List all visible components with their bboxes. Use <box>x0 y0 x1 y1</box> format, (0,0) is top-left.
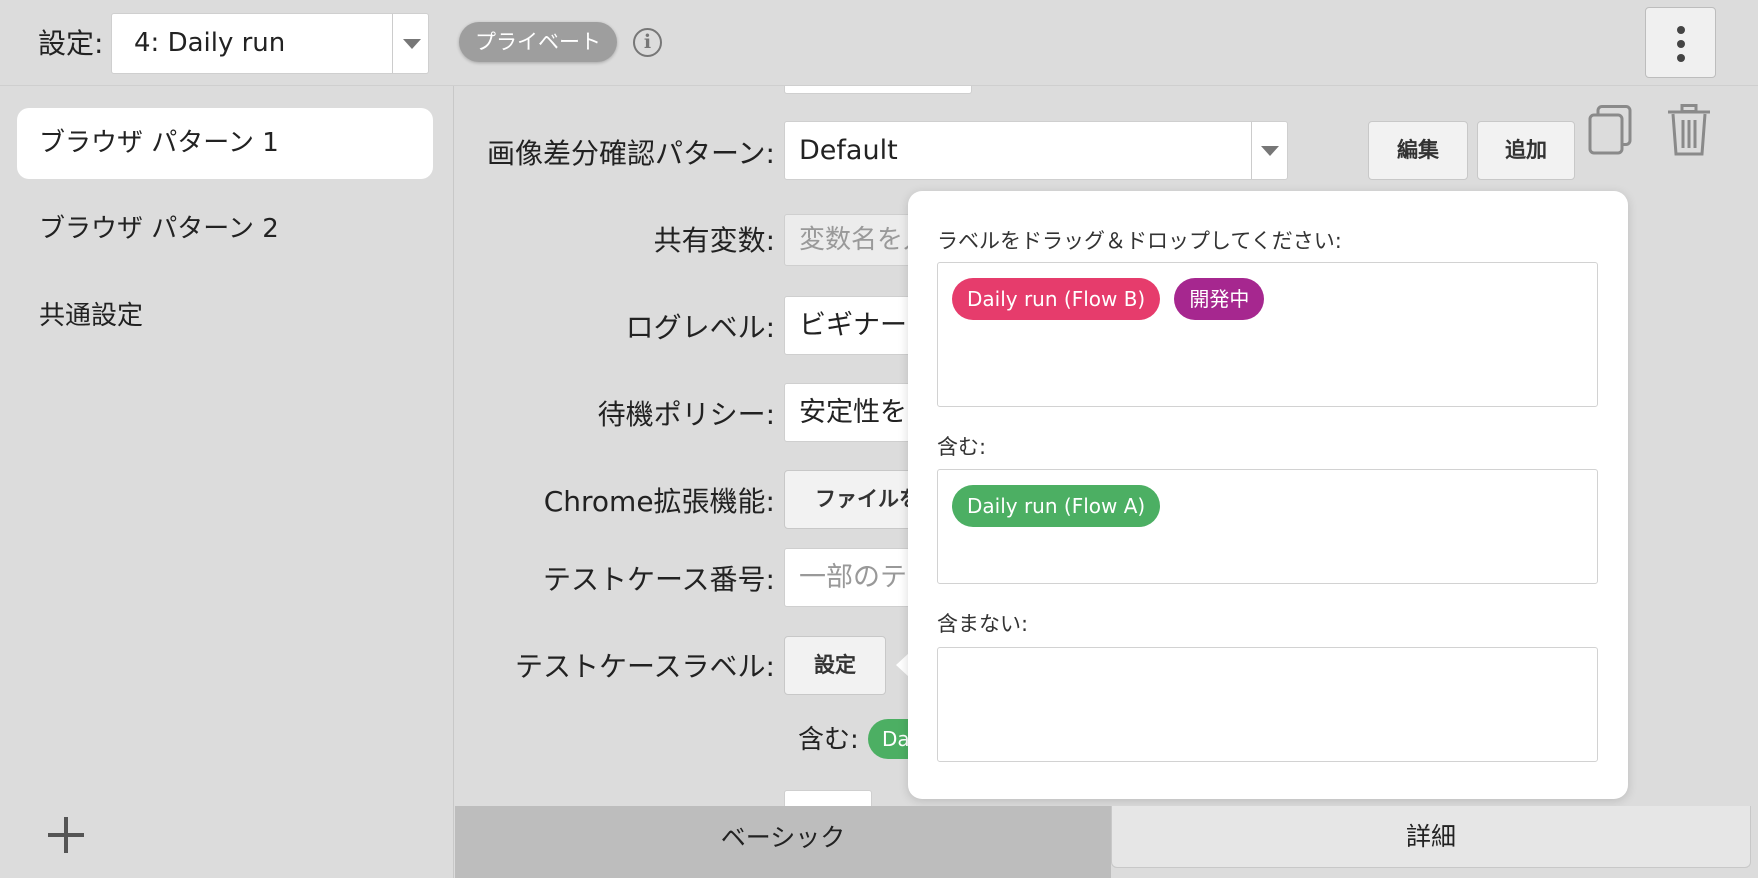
more-options-button[interactable] <box>1645 7 1716 78</box>
more-vertical-icon <box>1677 54 1685 62</box>
shared-vars-label: 共有変数: <box>653 224 775 257</box>
scrolled-field-edge <box>784 790 872 806</box>
edit-button[interactable]: 編集 <box>1368 121 1468 180</box>
label-tag-daily-run-flow-a[interactable]: Daily run (Flow A) <box>952 485 1161 527</box>
plus-icon[interactable] <box>46 815 86 855</box>
chrome-extension-label: Chrome拡張機能: <box>543 485 775 518</box>
shared-vars-input[interactable]: 変数名を入 <box>784 214 924 266</box>
sidebar-item-browser-pattern-1[interactable]: ブラウザ パターン 1 <box>17 108 433 179</box>
trash-icon[interactable] <box>1666 104 1712 156</box>
exclude-label: 含まない: <box>937 612 1029 636</box>
testcase-number-label: テストケース番号: <box>542 563 775 596</box>
select-divider <box>1251 122 1252 179</box>
scrolled-field-edge <box>784 86 972 94</box>
info-icon[interactable]: i <box>633 28 662 57</box>
log-level-select[interactable]: ビギナー <box>784 296 924 355</box>
label-popover: ラベルをドラッグ＆ドロップしてください: Daily run (Flow B) … <box>908 191 1628 799</box>
settings-selected-value: 4: Daily run <box>134 28 286 58</box>
settings-label: 設定: <box>38 27 104 60</box>
include-summary-label: 含む: <box>798 725 859 755</box>
wait-policy-label: 待機ポリシー: <box>597 398 775 431</box>
sidebar: ブラウザ パターン 1 ブラウザ パターン 2 共通設定 <box>0 86 454 878</box>
sidebar-item-browser-pattern-2[interactable]: ブラウザ パターン 2 <box>17 194 433 265</box>
tab-basic[interactable]: ベーシック <box>455 806 1111 878</box>
image-diff-value: Default <box>799 135 898 166</box>
testcase-number-input[interactable]: 一部のテス <box>784 548 924 607</box>
image-diff-select[interactable]: Default <box>784 121 1288 180</box>
label-tag-daily-run-flow-b[interactable]: Daily run (Flow B) <box>952 278 1161 320</box>
add-button[interactable]: 追加 <box>1477 121 1575 180</box>
copy-icon[interactable] <box>1588 105 1632 155</box>
image-diff-label: 画像差分確認パターン: <box>486 137 775 170</box>
exclude-zone[interactable] <box>937 647 1598 762</box>
log-level-label: ログレベル: <box>625 311 775 344</box>
popover-instruction: ラベルをドラッグ＆ドロップしてください: <box>937 229 1342 253</box>
label-tag-in-development[interactable]: 開発中 <box>1174 278 1265 320</box>
settings-select[interactable]: 4: Daily run <box>111 13 429 74</box>
more-vertical-icon <box>1677 26 1685 34</box>
available-labels-zone[interactable]: Daily run (Flow B) 開発中 <box>937 262 1598 407</box>
privacy-badge: プライベート <box>459 22 617 62</box>
wait-policy-select[interactable]: 安定性を <box>784 383 924 442</box>
more-vertical-icon <box>1677 40 1685 48</box>
chrome-extension-file-button[interactable]: ファイルを <box>784 470 924 529</box>
select-divider <box>392 14 393 73</box>
testcase-label-set-button[interactable]: 設定 <box>784 636 886 695</box>
sidebar-item-common-settings[interactable]: 共通設定 <box>17 281 433 352</box>
chevron-down-icon <box>403 39 421 49</box>
include-label: 含む: <box>937 435 987 459</box>
testcase-label-label: テストケースラベル: <box>514 650 775 683</box>
include-zone[interactable]: Daily run (Flow A) <box>937 469 1598 584</box>
tab-detail[interactable]: 詳細 <box>1111 806 1751 868</box>
chevron-down-icon <box>1261 146 1279 156</box>
